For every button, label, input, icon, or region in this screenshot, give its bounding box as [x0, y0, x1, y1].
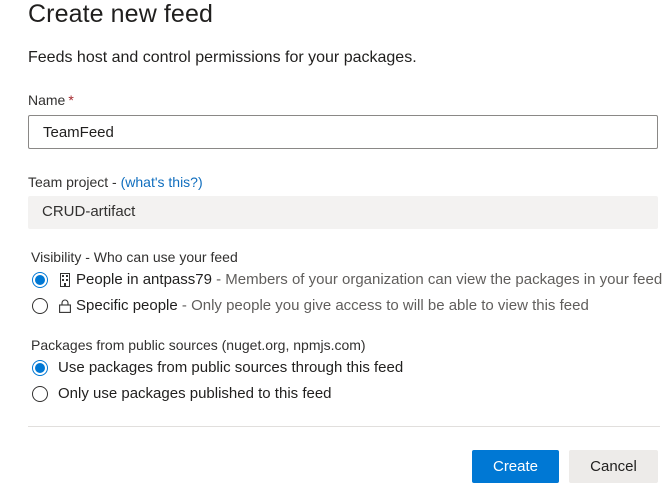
visibility-option-description: Members of your organization can view th… [225, 271, 663, 288]
cancel-button[interactable]: Cancel [569, 450, 658, 483]
radio-button[interactable] [32, 297, 48, 314]
lock-icon [58, 298, 72, 314]
team-project-label-row: Team project - (what's this?) [28, 174, 203, 190]
public-sources-option-use[interactable]: Use packages from public sources through… [32, 359, 403, 376]
building-icon [58, 272, 72, 288]
visibility-option-specific-people[interactable]: Specific people - Only people you give a… [32, 297, 589, 314]
divider [28, 426, 660, 427]
visibility-option-title: People in antpass79 [76, 271, 212, 288]
visibility-option-title: Specific people [76, 297, 178, 314]
page-subtitle: Feeds host and control permissions for y… [28, 49, 417, 66]
public-sources-label: Packages from public sources (nuget.org,… [31, 337, 366, 353]
create-button[interactable]: Create [472, 450, 559, 483]
whats-this-link[interactable]: (what's this?) [121, 174, 203, 190]
public-sources-option-label: Only use packages published to this feed [58, 385, 332, 402]
page-title: Create new feed [28, 0, 213, 28]
radio-button-selected[interactable] [32, 271, 48, 288]
visibility-label: Visibility - Who can use your feed [31, 249, 238, 265]
team-project-field: CRUD-artifact [28, 196, 658, 229]
public-sources-option-label: Use packages from public sources through… [58, 359, 404, 376]
name-label: Name [28, 92, 66, 108]
visibility-option-separator: - [177, 297, 192, 314]
visibility-option-separator: - [211, 271, 226, 288]
radio-button-selected[interactable] [32, 359, 48, 376]
visibility-option-organization[interactable]: People in antpass79 - Members of your or… [32, 271, 662, 288]
team-project-label: Team project - [28, 174, 121, 190]
name-label-row: Name * [28, 92, 74, 108]
radio-button[interactable] [32, 385, 48, 402]
required-marker: * [68, 92, 74, 108]
create-feed-panel: Create new feed Feeds host and control p… [0, 0, 670, 500]
visibility-option-description: Only people you give access to will be a… [191, 297, 589, 314]
name-input[interactable] [28, 115, 658, 149]
public-sources-option-only-published[interactable]: Only use packages published to this feed [32, 385, 332, 402]
